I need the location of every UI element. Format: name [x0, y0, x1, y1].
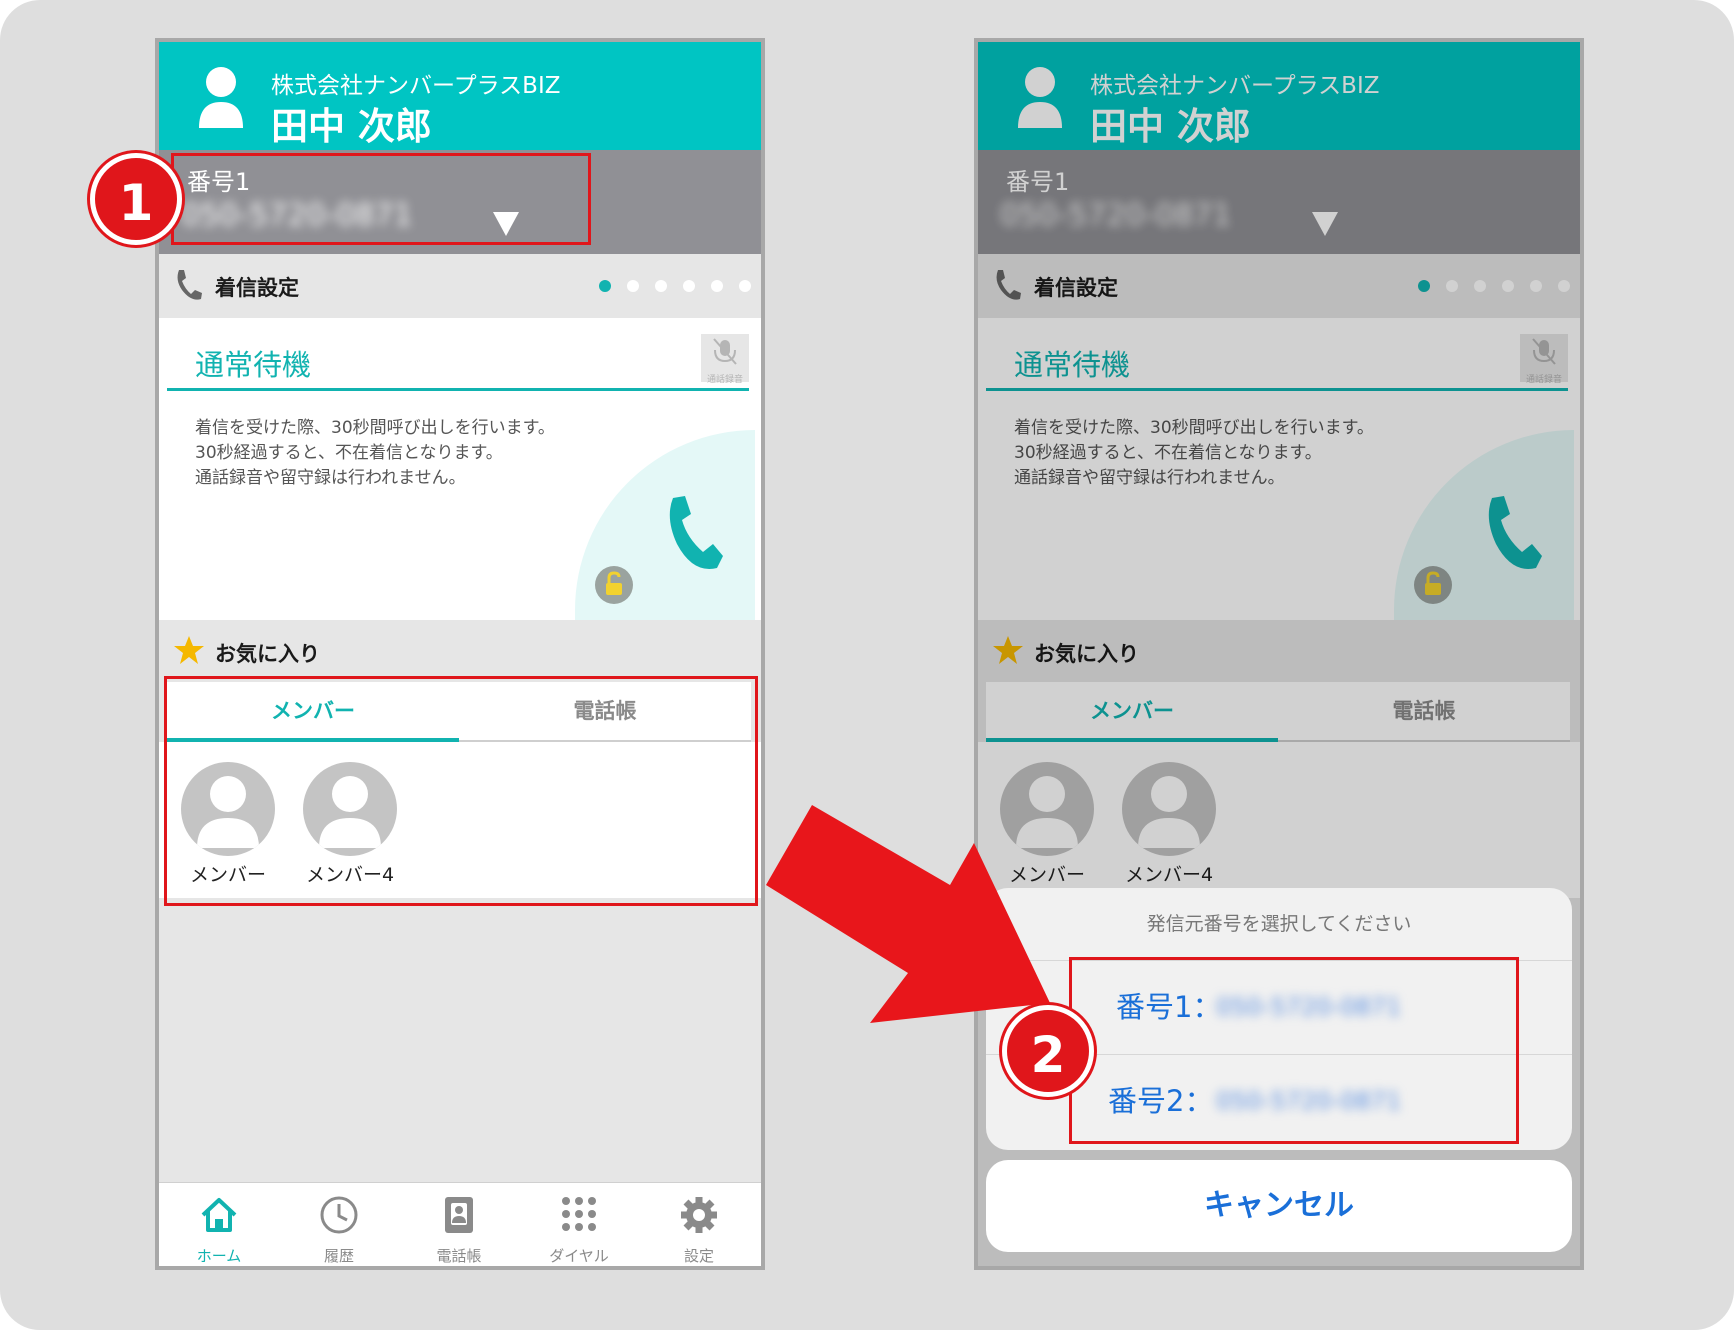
page-dot[interactable]: [683, 280, 695, 292]
mode-title: 通常待機: [195, 348, 312, 382]
nav-label: 設定: [683, 1247, 714, 1265]
dialpad-icon: [562, 1197, 596, 1231]
mode-description: 着信を受けた際、30秒間呼び出しを行います。 30秒経過すると、不在着信となりま…: [195, 416, 555, 491]
favorites-title: お気に入り: [215, 642, 320, 666]
page-dot[interactable]: [599, 280, 611, 292]
incoming-settings-title: 着信設定: [215, 276, 299, 300]
star-icon: [174, 636, 204, 664]
nav-home[interactable]: ホーム: [159, 1183, 279, 1266]
nav-label: 履歴: [323, 1247, 354, 1265]
page-dot[interactable]: [655, 280, 667, 292]
flow-arrow-icon: [766, 805, 1050, 1023]
home-icon: [201, 1198, 237, 1232]
incoming-settings-header: 着信設定: [159, 254, 761, 318]
action-sheet-title: 発信元番号を選択してください: [986, 888, 1572, 961]
page-dot[interactable]: [627, 280, 639, 292]
phone-icon: [177, 270, 202, 300]
highlight-number-selector: [171, 153, 591, 245]
favorites-header: お気に入り: [159, 620, 761, 684]
nav-dialpad[interactable]: ダイヤル: [519, 1183, 639, 1266]
record-toggle[interactable]: 通話録音: [701, 334, 749, 385]
page-dot[interactable]: [711, 280, 723, 292]
desc-line: 通話録音や留守録は行われません。: [195, 468, 466, 488]
page-indicator[interactable]: [599, 280, 751, 292]
background-frame: 株式会社ナンバープラスBIZ 田中 次郎 番号1 050-5720-0871 着…: [0, 0, 1734, 1330]
nav-settings[interactable]: 設定: [639, 1183, 759, 1266]
nav-label: 電話帳: [436, 1247, 482, 1265]
mic-off-icon: [713, 338, 737, 365]
mode-underline: [167, 388, 749, 391]
highlight-favorites: [164, 676, 758, 906]
user-avatar-icon: [199, 67, 243, 128]
nav-history[interactable]: 履歴: [279, 1183, 399, 1266]
desc-line: 着信を受けた際、30秒間呼び出しを行います。: [195, 418, 555, 438]
step-1-badge: 1: [90, 153, 182, 245]
nav-label: ダイヤル: [549, 1247, 609, 1265]
company-name: 株式会社ナンバープラスBIZ: [271, 73, 561, 99]
mode-card[interactable]: 通常待機 通話録音 着信を受けた際、30秒間呼び出しを行います。 30秒経過する…: [159, 318, 761, 620]
history-icon: [320, 1196, 358, 1234]
desc-line: 30秒経過すると、不在着信となります。: [195, 443, 503, 463]
user-name: 田中 次郎: [271, 105, 432, 148]
bottom-nav: ホーム 履歴 電話帳 ダイヤル 設定: [159, 1182, 761, 1266]
record-label: 通話録音: [706, 375, 743, 385]
large-phone-icon: [669, 496, 723, 569]
highlight-number-options: [1069, 957, 1519, 1144]
page-dot[interactable]: [739, 280, 751, 292]
cancel-button[interactable]: キャンセル: [986, 1160, 1572, 1252]
phonebook-icon: [445, 1197, 473, 1233]
gear-icon: [681, 1197, 717, 1233]
nav-phonebook[interactable]: 電話帳: [399, 1183, 519, 1266]
nav-label: ホーム: [196, 1247, 242, 1265]
app-header: 株式会社ナンバープラスBIZ 田中 次郎: [159, 42, 761, 150]
unlock-icon[interactable]: [595, 566, 633, 604]
